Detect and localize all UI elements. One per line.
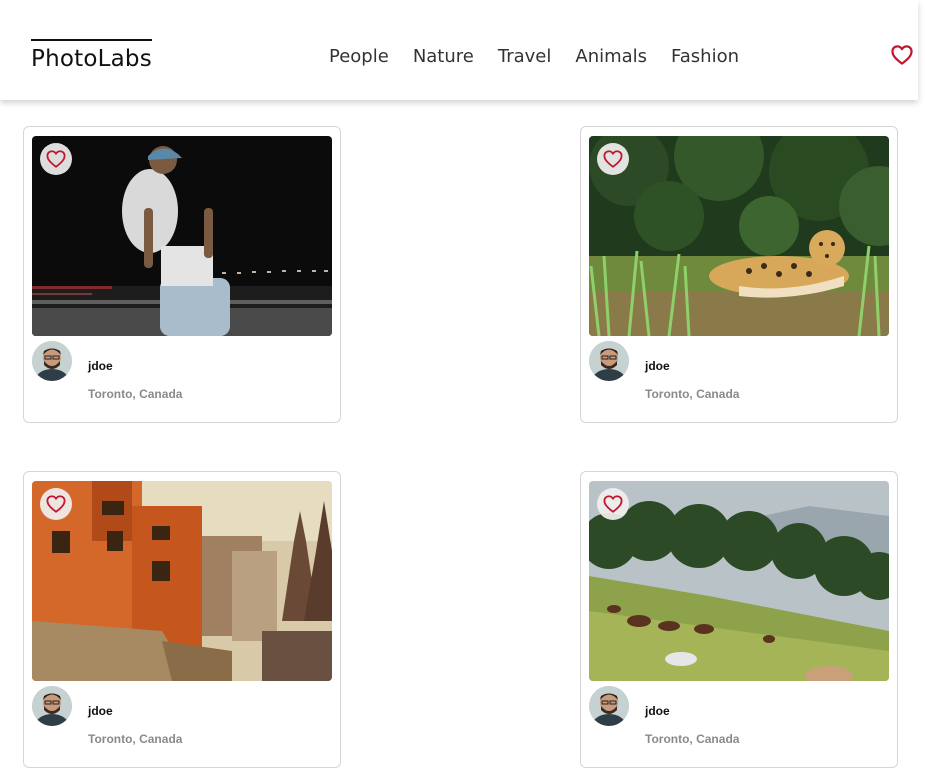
user-avatar [589, 686, 629, 726]
user-avatar [32, 341, 72, 381]
user-avatar [32, 686, 72, 726]
favourite-photo-button[interactable] [597, 143, 629, 175]
favourite-photo-button[interactable] [597, 488, 629, 520]
favourites-heart-icon[interactable] [891, 45, 913, 65]
heart-icon [46, 150, 66, 168]
favourite-photo-button[interactable] [40, 488, 72, 520]
favourite-photo-button[interactable] [40, 143, 72, 175]
heart-icon [603, 495, 623, 513]
username: jdoe [88, 359, 113, 373]
topic-animals[interactable]: Animals [575, 44, 647, 70]
user-avatar [589, 341, 629, 381]
photo-image[interactable] [32, 481, 332, 681]
topic-nature[interactable]: Nature [413, 44, 474, 70]
username: jdoe [645, 359, 670, 373]
topic-travel[interactable]: Travel [498, 44, 552, 70]
photo-card[interactable]: jdoe Toronto, Canada [580, 471, 898, 768]
topic-list: People Nature Travel Animals Fashion [329, 44, 739, 70]
photo-image[interactable] [589, 481, 889, 681]
heart-icon [46, 495, 66, 513]
username: jdoe [645, 704, 670, 718]
photo-card[interactable]: jdoe Toronto, Canada [23, 126, 341, 423]
topic-fashion[interactable]: Fashion [671, 44, 739, 70]
topic-people[interactable]: People [329, 44, 389, 70]
heart-icon [603, 150, 623, 168]
photo-card[interactable]: jdoe Toronto, Canada [580, 126, 898, 423]
app-logo[interactable]: PhotoLabs [31, 39, 152, 77]
user-location: Toronto, Canada [88, 732, 183, 746]
user-location: Toronto, Canada [645, 387, 740, 401]
top-navigation-bar: PhotoLabs People Nature Travel Animals F… [0, 0, 918, 100]
user-location: Toronto, Canada [88, 387, 183, 401]
user-location: Toronto, Canada [645, 732, 740, 746]
photo-card[interactable]: jdoe Toronto, Canada [23, 471, 341, 768]
photo-image[interactable] [589, 136, 889, 336]
photo-image[interactable] [32, 136, 332, 336]
username: jdoe [88, 704, 113, 718]
